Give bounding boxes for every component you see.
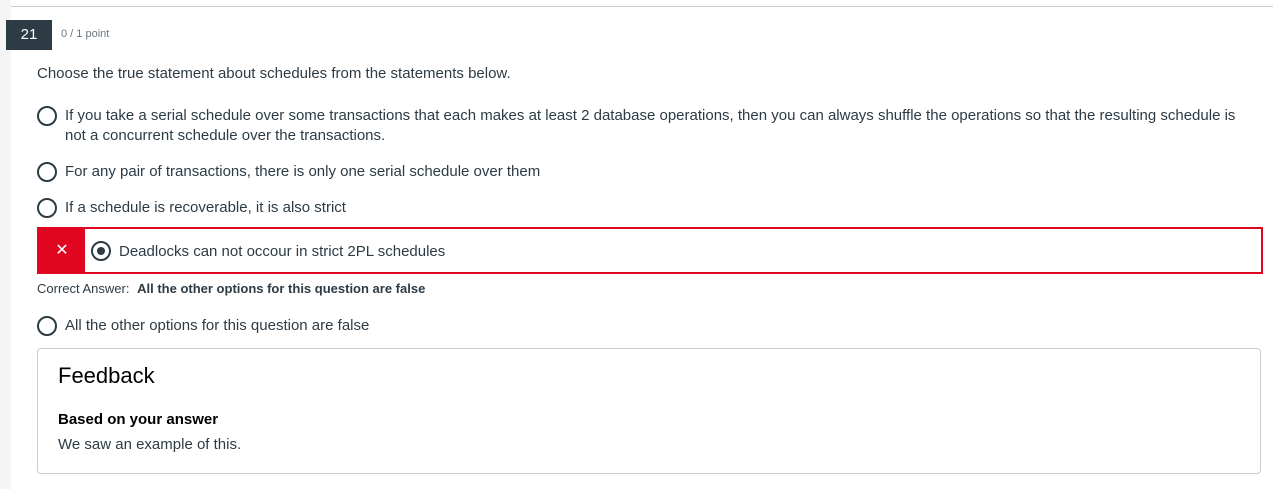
- answer-option-label: For any pair of transactions, there is o…: [65, 163, 541, 180]
- feedback-text: We saw an example of this.: [58, 436, 242, 453]
- answer-option-label: All the other options for this question …: [65, 317, 370, 334]
- question-prompt: Choose the true statement about schedule…: [37, 65, 511, 82]
- correct-answer: Correct Answer: All the other options fo…: [37, 281, 425, 296]
- answer-option-1[interactable]: If you take a serial schedule over some …: [37, 106, 1260, 146]
- radio-button[interactable]: [37, 106, 57, 126]
- answer-option-4-incorrect[interactable]: ✕ Deadlocks can not occour in strict 2PL…: [37, 227, 1263, 274]
- answer-option-label: If you take a serial schedule over some …: [65, 107, 1236, 144]
- correct-answer-label: Correct Answer:: [37, 281, 130, 296]
- left-rail: [0, 0, 11, 489]
- question-number-badge: 21: [6, 20, 52, 50]
- close-icon: ✕: [39, 229, 85, 272]
- correct-answer-value: All the other options for this question …: [137, 281, 426, 296]
- top-divider: [11, 6, 1273, 7]
- answer-option-2[interactable]: For any pair of transactions, there is o…: [37, 162, 1260, 182]
- answer-option-label: If a schedule is recoverable, it is also…: [65, 199, 346, 216]
- radio-button[interactable]: [37, 316, 57, 336]
- radio-button-selected[interactable]: [91, 241, 111, 261]
- feedback-subtitle: Based on your answer: [58, 411, 219, 428]
- answer-option-3[interactable]: If a schedule is recoverable, it is also…: [37, 198, 1260, 218]
- answer-option-5[interactable]: All the other options for this question …: [37, 316, 1260, 336]
- question-points: 0 / 1 point: [61, 28, 110, 40]
- feedback-panel: Feedback Based on your answer We saw an …: [37, 348, 1261, 474]
- radio-button[interactable]: [37, 198, 57, 218]
- radio-button[interactable]: [37, 162, 57, 182]
- feedback-title: Feedback: [58, 363, 155, 388]
- answer-option-label: Deadlocks can not occour in strict 2PL s…: [119, 242, 446, 260]
